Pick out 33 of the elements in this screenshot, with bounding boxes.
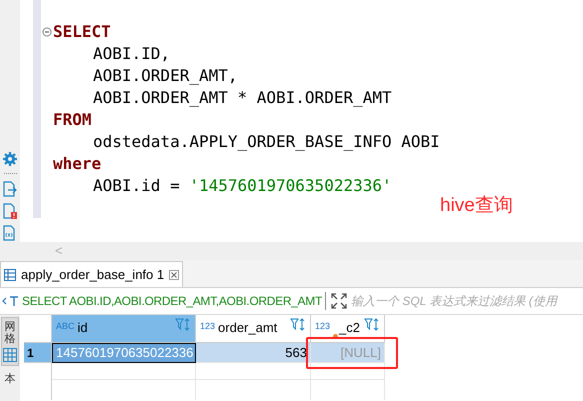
table-cell: 563 xyxy=(196,343,311,363)
sql-text-icon xyxy=(2,294,20,308)
side-tab[interactable]: 本 xyxy=(1,370,19,388)
row-number[interactable]: 1 xyxy=(24,343,52,363)
side-tab[interactable]: 网格 xyxy=(1,317,19,366)
document-warning-icon[interactable] xyxy=(3,203,17,219)
document-arrow-icon[interactable] xyxy=(3,181,17,197)
close-icon[interactable] xyxy=(169,270,180,280)
code-line: SELECT xyxy=(53,21,111,43)
code-line: odstedata.APPLY_ORDER_BASE_INFO AOBI xyxy=(93,131,440,153)
table-cell: 1457601970635022336 xyxy=(52,343,196,363)
grid-icon[interactable] xyxy=(3,348,17,362)
expand-icon[interactable] xyxy=(330,293,347,309)
sql-query-text: SELECT AOBI.ID,AOBI.ORDER_AMT,AOBI.ORDER_AMT xyxy=(22,293,322,310)
filter-sort-icon[interactable] xyxy=(290,318,306,331)
column-header[interactable]: 123 order_amt xyxy=(196,315,311,343)
document-variable-icon[interactable] xyxy=(3,225,17,241)
code-line: AOBI.ID, xyxy=(93,43,170,65)
code-line: AOBI.ORDER_AMT * AOBI.ORDER_AMT xyxy=(93,87,392,109)
code-line: AOBI.id = '1457601970635022336' xyxy=(93,175,392,197)
filter-sort-icon[interactable] xyxy=(364,318,380,331)
filter-input-field[interactable]: 输入一个 SQL 表达式来过滤结果 (使用 xyxy=(350,292,569,310)
table-icon[interactable] xyxy=(4,268,16,280)
collapse-icon[interactable] xyxy=(42,27,52,37)
code-line: AOBI.ORDER_AMT, xyxy=(93,65,238,87)
column-header[interactable]: 123 _c2 xyxy=(311,315,385,343)
results-tab[interactable]: apply_order_base_info 1 xyxy=(0,261,184,287)
gear-icon[interactable] xyxy=(3,152,17,166)
table-cell: [NULL] xyxy=(311,343,385,363)
code-line: where xyxy=(53,153,102,175)
code-line: FROM xyxy=(53,109,92,131)
annotation-text: hive查询 xyxy=(440,194,513,218)
column-header[interactable]: ABC id xyxy=(52,315,196,343)
